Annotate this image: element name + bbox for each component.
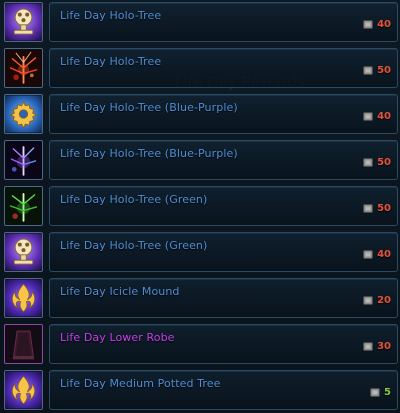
item-cost: 40 <box>363 249 391 260</box>
vendor-item-row[interactable]: Life Day Holo-Tree 40 <box>0 0 400 46</box>
currency-token-icon <box>370 388 381 397</box>
currency-token-icon <box>363 250 374 259</box>
holo-tree-green-icon[interactable] <box>4 186 43 226</box>
item-panel[interactable]: Life Day Holo-Tree (Green) 40 <box>49 232 398 272</box>
item-name: Life Day Holo-Tree <box>60 55 162 68</box>
item-panel[interactable]: Life Day Icicle Mound 20 <box>49 278 398 318</box>
item-panel[interactable]: Life Day Medium Potted Tree 5 <box>49 370 398 410</box>
vendor-item-row[interactable]: Life Day Holo-Tree (Green) 40 <box>0 230 400 276</box>
holo-emitter-icon[interactable] <box>4 232 43 272</box>
item-name: Life Day Holo-Tree (Green) <box>60 193 208 206</box>
currency-token-icon <box>363 112 374 121</box>
vendor-item-row[interactable]: Life Day Holo-Tree (Green) 50 <box>0 184 400 230</box>
item-name: Life Day Medium Potted Tree <box>60 377 221 390</box>
vendor-item-row[interactable]: Life Day Holo-Tree (Blue-Purple) 50 <box>0 138 400 184</box>
cost-amount: 50 <box>377 65 391 76</box>
currency-token-icon <box>363 158 374 167</box>
item-name: Life Day Holo-Tree (Blue-Purple) <box>60 101 238 114</box>
cost-amount: 5 <box>384 387 391 398</box>
currency-token-icon <box>363 20 374 29</box>
item-name: Life Day Holo-Tree <box>60 9 162 22</box>
holo-tree-red-icon[interactable] <box>4 48 43 88</box>
vendor-item-row[interactable]: Life Day Icicle Mound 20 <box>0 276 400 322</box>
item-cost: 50 <box>363 65 391 76</box>
vendor-item-row[interactable]: Life Day Holo-Tree (Blue-Purple) 40 <box>0 92 400 138</box>
item-cost: 50 <box>363 157 391 168</box>
item-cost: 40 <box>363 19 391 30</box>
item-cost: 5 <box>370 387 391 398</box>
item-cost: 20 <box>363 295 391 306</box>
item-cost: 30 <box>363 341 391 352</box>
item-name: Life Day Holo-Tree (Green) <box>60 239 208 252</box>
item-panel[interactable]: Life Day Holo-Tree (Blue-Purple) 40 <box>49 94 398 134</box>
item-panel[interactable]: Life Day Holo-Tree 40 <box>49 2 398 42</box>
currency-token-icon <box>363 296 374 305</box>
flame-emblem-icon[interactable] <box>4 370 43 410</box>
item-name: Life Day Icicle Mound <box>60 285 180 298</box>
item-panel[interactable]: Life Day Holo-Tree (Green) 50 <box>49 186 398 226</box>
item-cost: 50 <box>363 203 391 214</box>
flame-emblem-icon[interactable] <box>4 278 43 318</box>
gear-icon[interactable] <box>4 94 43 134</box>
cost-amount: 20 <box>377 295 391 306</box>
item-name: Life Day Lower Robe <box>60 331 175 344</box>
holo-emitter-icon[interactable] <box>4 2 43 42</box>
currency-token-icon <box>363 204 374 213</box>
robe-icon[interactable] <box>4 324 43 364</box>
vendor-item-list: Life Day Rewards Life Day Holo-Tree 40 <box>0 0 400 413</box>
cost-amount: 40 <box>377 111 391 122</box>
vendor-item-row[interactable]: Life Day Holo-Tree 50 <box>0 46 400 92</box>
item-panel[interactable]: Life Day Lower Robe 30 <box>49 324 398 364</box>
item-panel[interactable]: Life Day Holo-Tree (Blue-Purple) 50 <box>49 140 398 180</box>
cost-amount: 30 <box>377 341 391 352</box>
item-panel[interactable]: Life Day Holo-Tree 50 <box>49 48 398 88</box>
cost-amount: 50 <box>377 203 391 214</box>
item-name: Life Day Holo-Tree (Blue-Purple) <box>60 147 238 160</box>
currency-token-icon <box>363 342 374 351</box>
vendor-item-row[interactable]: Life Day Medium Potted Tree 5 <box>0 368 400 413</box>
cost-amount: 50 <box>377 157 391 168</box>
currency-token-icon <box>363 66 374 75</box>
item-cost: 40 <box>363 111 391 122</box>
cost-amount: 40 <box>377 249 391 260</box>
cost-amount: 40 <box>377 19 391 30</box>
holo-tree-purple-icon[interactable] <box>4 140 43 180</box>
vendor-item-row[interactable]: Life Day Lower Robe 30 <box>0 322 400 368</box>
